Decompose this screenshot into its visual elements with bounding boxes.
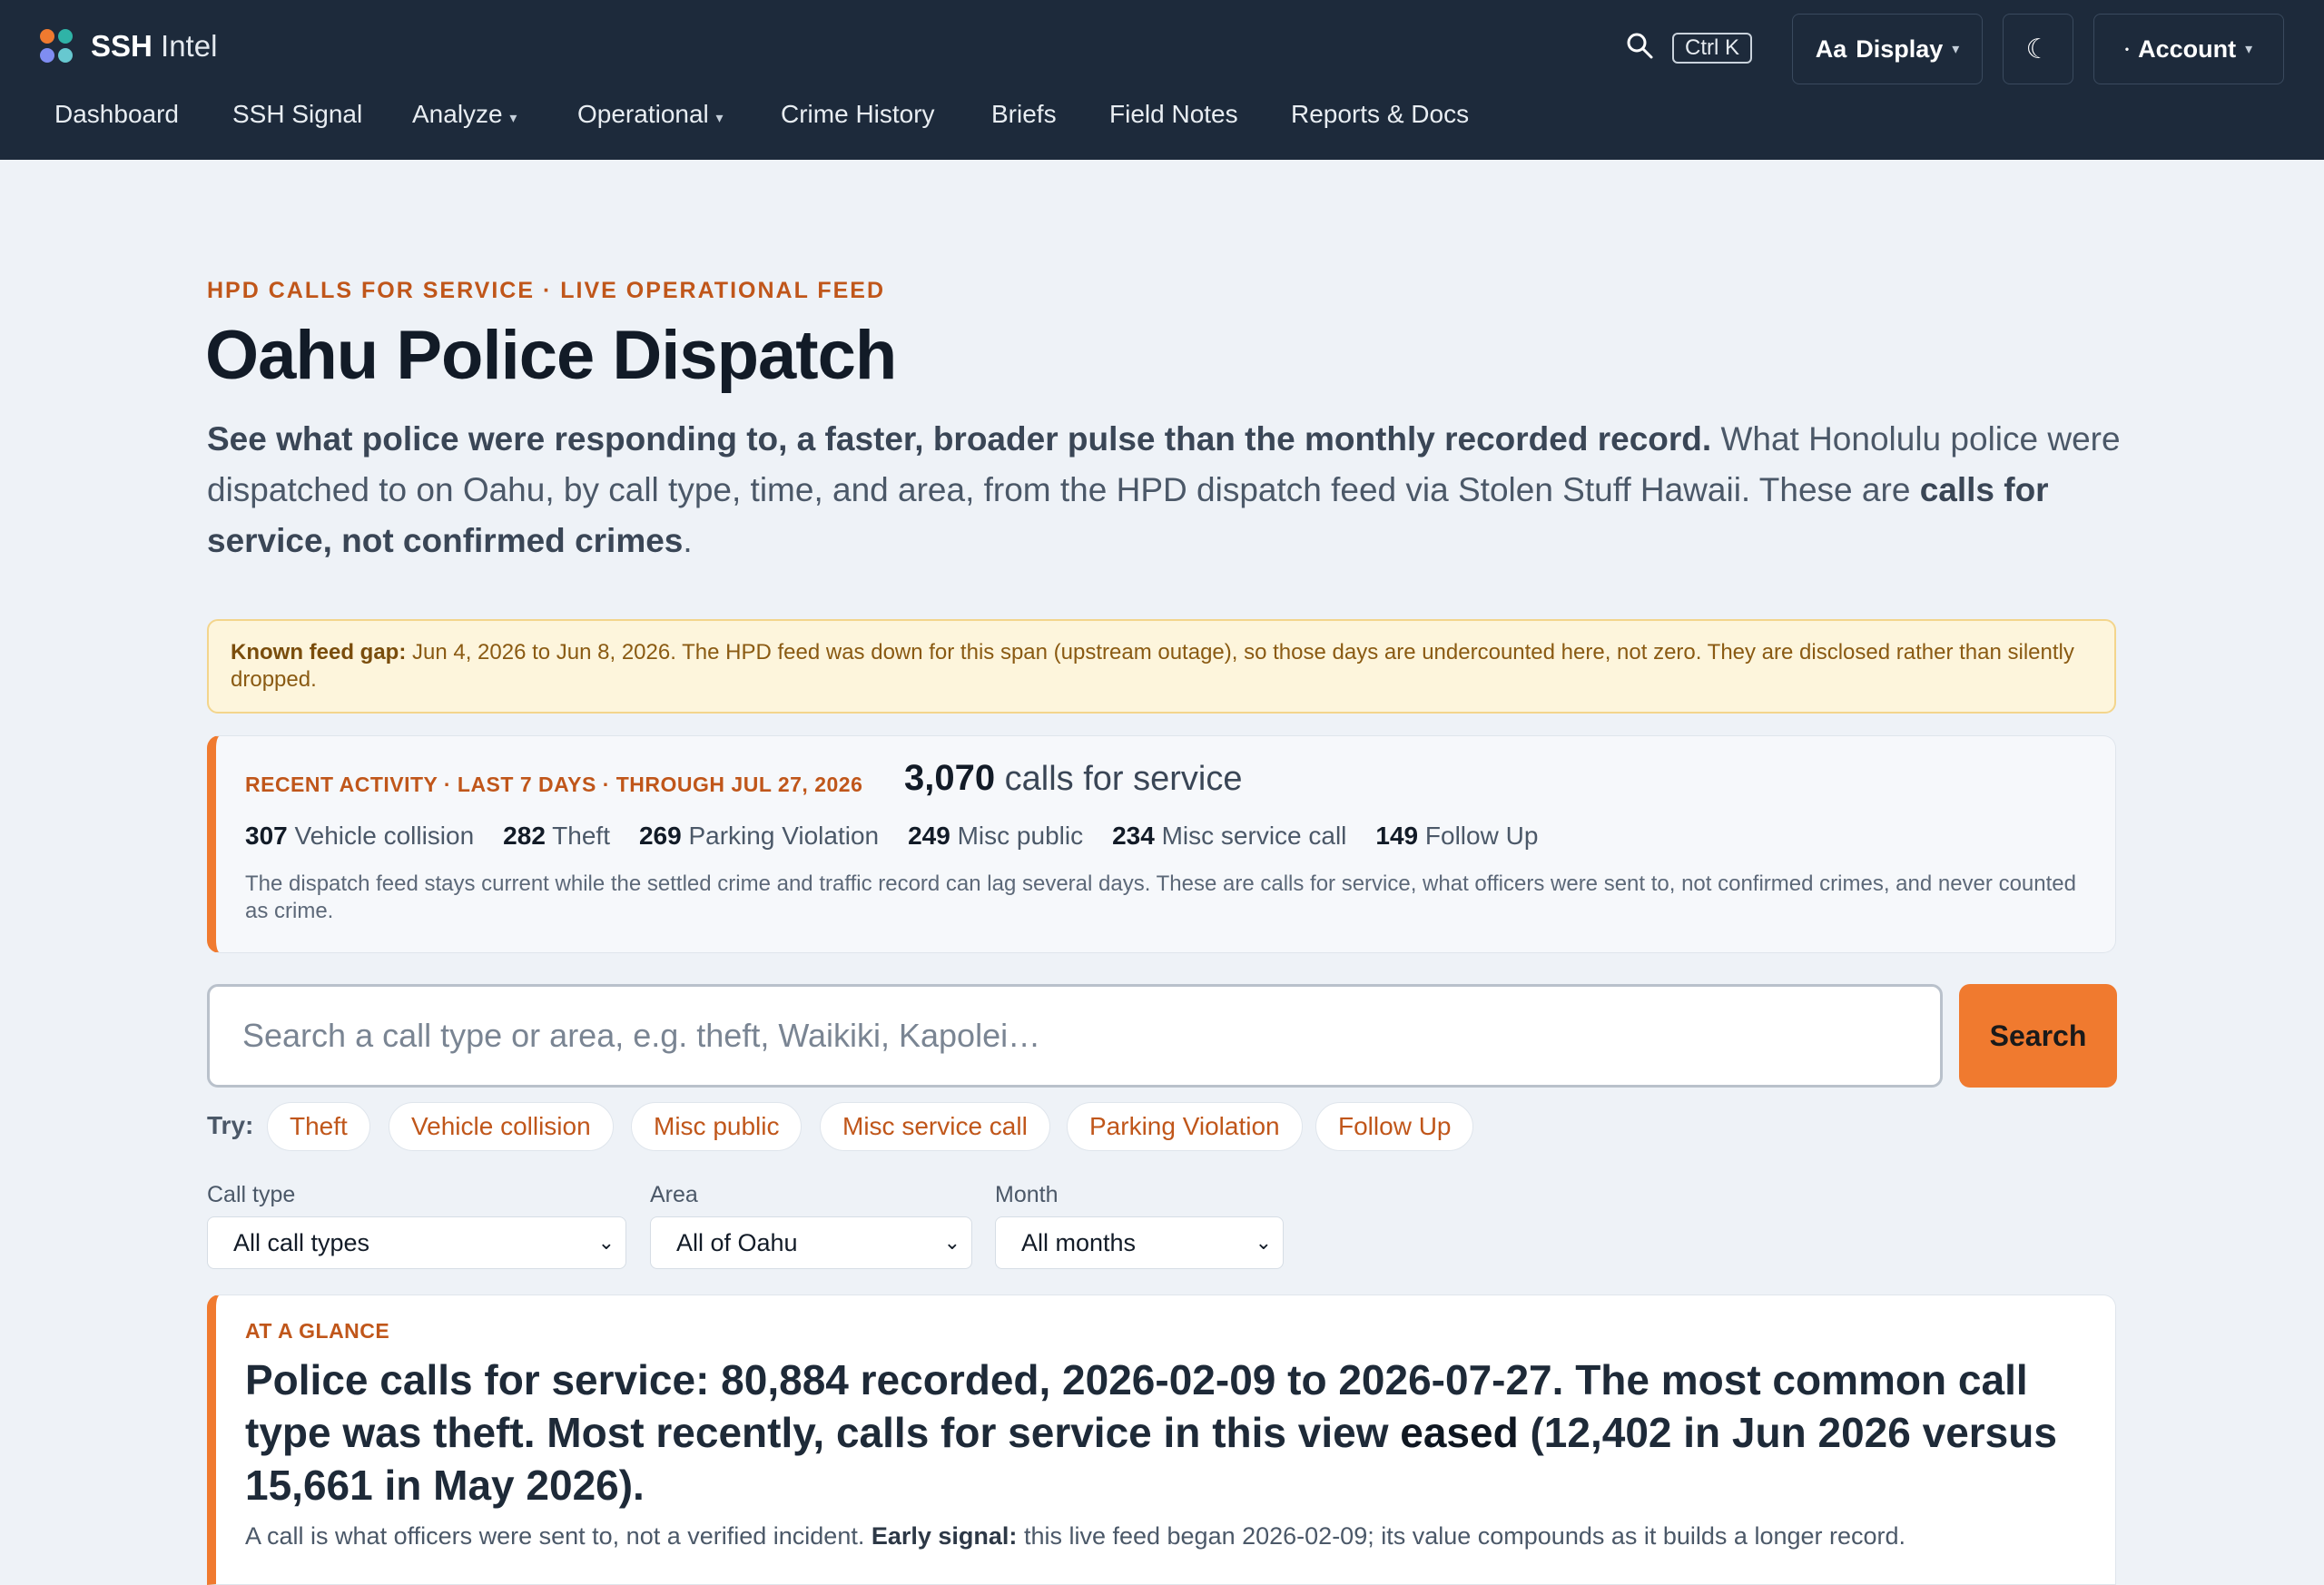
search-button[interactable]: Search <box>1959 984 2117 1088</box>
suggestion-chip-theft[interactable]: Theft <box>267 1102 370 1151</box>
display-button[interactable]: Aa Display ▾ <box>1792 14 1983 84</box>
chevron-down-icon: ▾ <box>2245 42 2253 57</box>
chevron-down-icon: ▾ <box>509 111 517 126</box>
text-size-icon: Aa <box>1815 34 1847 63</box>
nav-analyze[interactable]: Analyze ▾ <box>412 100 517 129</box>
nav-ssh-signal[interactable]: SSH Signal <box>232 100 362 129</box>
chevron-down-icon: ▾ <box>715 111 724 126</box>
recent-call-types: 307 Vehicle collision 282 Theft 269 Park… <box>245 822 1538 851</box>
moon-icon: ☾ <box>2025 34 2051 64</box>
nav-crime-history[interactable]: Crime History <box>781 100 935 129</box>
page-title: Oahu Police Dispatch <box>205 317 897 394</box>
page-eyebrow: HPD CALLS FOR SERVICE · LIVE OPERATIONAL… <box>207 278 886 303</box>
search-shortcut-badge: Ctrl K <box>1672 33 1752 64</box>
suggestion-chip-vehicle-collision[interactable]: Vehicle collision <box>389 1102 614 1151</box>
try-label: Try: <box>207 1111 254 1139</box>
recent-activity-note: The dispatch feed stays current while th… <box>245 871 2076 923</box>
brand[interactable]: SSH Intel <box>40 29 217 64</box>
call-type-stat: 307 Vehicle collision <box>245 822 475 850</box>
nav-reports-docs[interactable]: Reports & Docs <box>1291 100 1469 129</box>
recent-call-count: 3,070 calls for service <box>904 758 1243 798</box>
recent-activity-label: RECENT ACTIVITY · LAST 7 DAYS · THROUGH … <box>245 773 863 796</box>
top-bar: SSH Intel Ctrl K Aa Display ▾ ☾ • Accoun… <box>0 0 2324 160</box>
call-type-stat: 149 Follow Up <box>1375 822 1539 850</box>
at-a-glance-headline: Police calls for service: 80,884 recorde… <box>245 1356 2057 1509</box>
suggestion-chip-parking-violation[interactable]: Parking Violation <box>1067 1102 1303 1151</box>
chevron-down-icon: ▾ <box>1952 42 1960 57</box>
page-lede: See what police were responding to, a fa… <box>207 420 2121 559</box>
search-input[interactable] <box>207 984 1943 1088</box>
at-a-glance-label: AT A GLANCE <box>245 1319 390 1343</box>
theme-toggle-button[interactable]: ☾ <box>2003 14 2073 84</box>
nav-briefs[interactable]: Briefs <box>991 100 1057 129</box>
nav-operational[interactable]: Operational ▾ <box>577 100 724 129</box>
at-a-glance-card: AT A GLANCE Police calls for service: 80… <box>207 1295 2116 1585</box>
suggestion-chip-follow-up[interactable]: Follow Up <box>1315 1102 1474 1151</box>
at-a-glance-subtext: A call is what officers were sent to, no… <box>245 1522 1906 1550</box>
account-label: Account <box>2138 34 2237 63</box>
feed-gap-notice: Known feed gap: Jun 4, 2026 to Jun 8, 20… <box>207 619 2116 714</box>
call-type-select[interactable]: All call types ⌄ <box>207 1216 626 1269</box>
account-button[interactable]: • Account ▾ <box>2093 14 2284 84</box>
month-select[interactable]: All months ⌄ <box>995 1216 1284 1269</box>
call-type-stat: 269 Parking Violation <box>638 822 880 850</box>
brand-name: SSH Intel <box>91 29 218 63</box>
call-type-stat: 282 Theft <box>503 822 610 850</box>
area-select[interactable]: All of Oahu ⌄ <box>650 1216 972 1269</box>
logo-icon <box>40 29 73 64</box>
user-dot-icon: • <box>2124 43 2130 55</box>
nav-field-notes[interactable]: Field Notes <box>1109 100 1238 129</box>
month-filter-label: Month <box>995 1182 1059 1207</box>
suggestion-chip-misc-public[interactable]: Misc public <box>631 1102 803 1151</box>
chevron-down-icon: ⌄ <box>943 1231 960 1254</box>
call-type-stat: 234 Misc service call <box>1112 822 1347 850</box>
search-icon[interactable] <box>1625 31 1654 60</box>
area-filter-label: Area <box>650 1182 698 1207</box>
display-label: Display <box>1856 34 1944 63</box>
suggestion-chip-misc-service-call[interactable]: Misc service call <box>820 1102 1050 1151</box>
chevron-down-icon: ⌄ <box>1255 1231 1272 1254</box>
nav-dashboard[interactable]: Dashboard <box>54 100 179 129</box>
call-type-filter-label: Call type <box>207 1182 296 1207</box>
recent-activity-card: RECENT ACTIVITY · LAST 7 DAYS · THROUGH … <box>207 735 2116 953</box>
call-type-stat: 249 Misc public <box>908 822 1084 850</box>
chevron-down-icon: ⌄ <box>597 1231 615 1254</box>
